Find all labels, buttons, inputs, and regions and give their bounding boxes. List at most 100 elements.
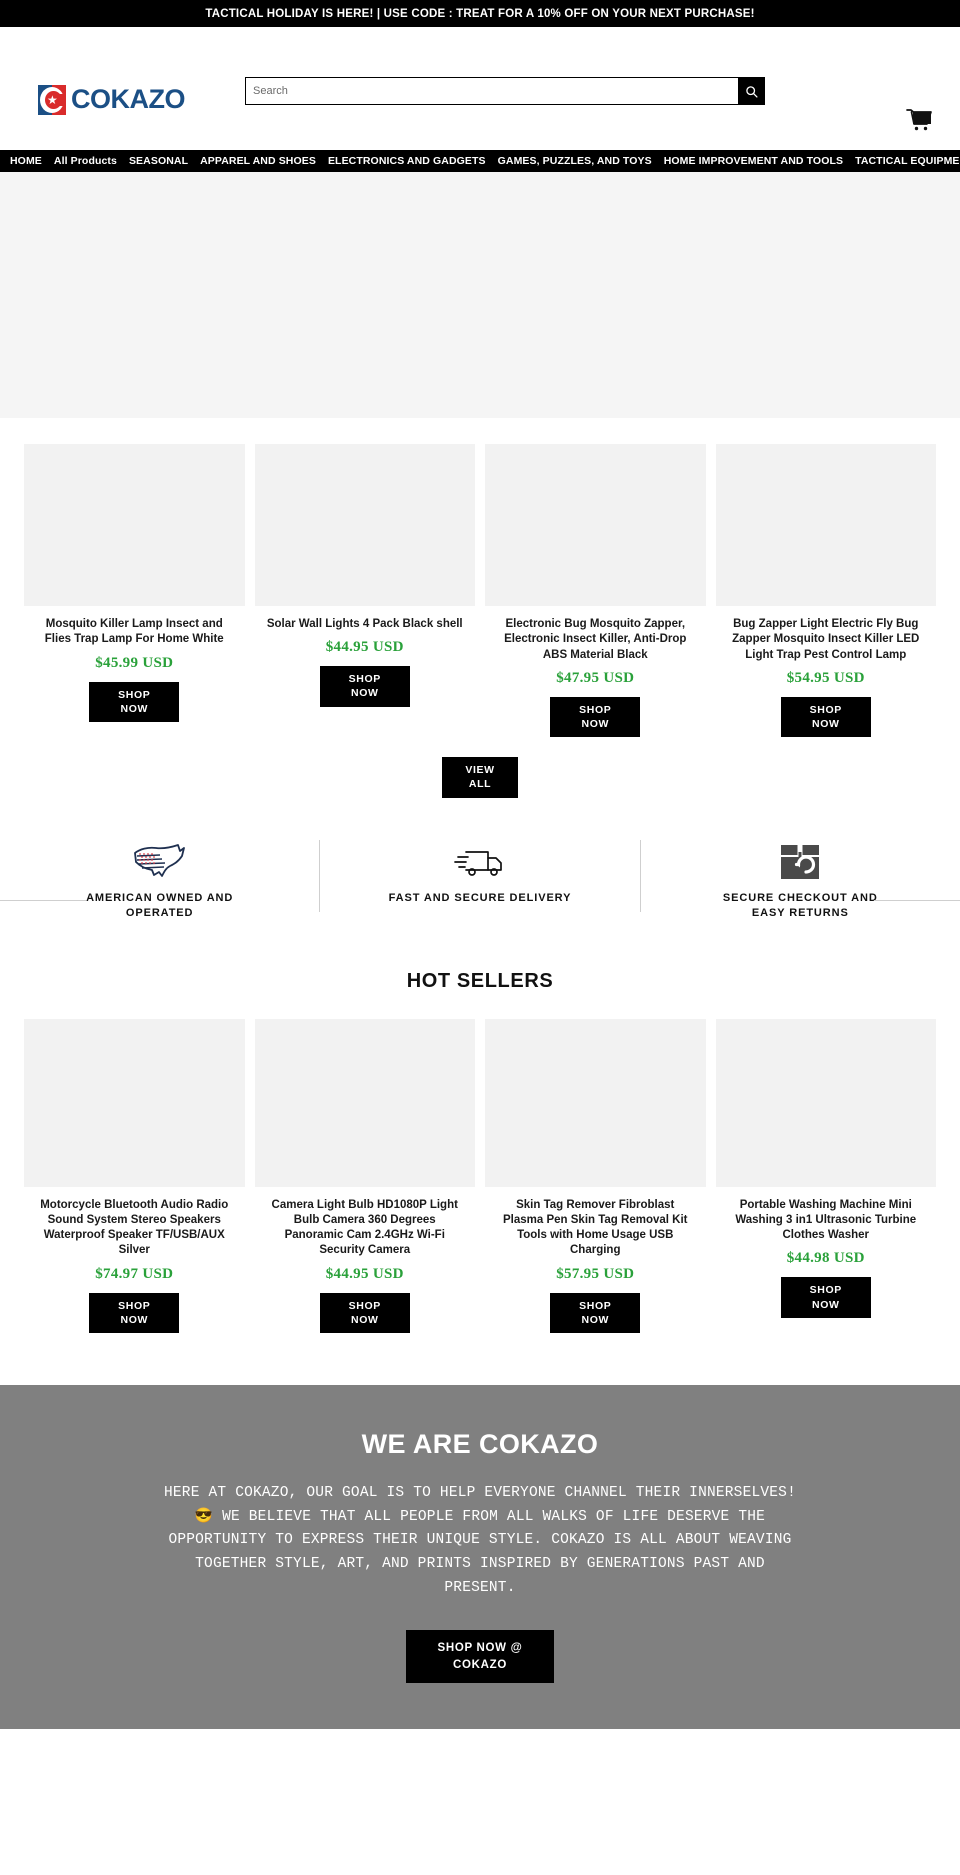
product-image[interactable] — [24, 444, 245, 606]
shop-now-button[interactable]: SHOP NOW — [319, 666, 410, 707]
product-card[interactable]: Mosquito Killer Lamp Insect and Flies Tr… — [24, 444, 245, 722]
shop-now-label-line2: NOW — [812, 718, 840, 731]
value-prop-label: SECURE CHECKOUT AND EASY RETURNS — [722, 891, 878, 920]
product-card[interactable]: Electronic Bug Mosquito Zapper, Electron… — [485, 444, 706, 738]
announcement-text: TACTICAL HOLIDAY IS HERE! | USE CODE : T… — [205, 7, 755, 20]
shop-now-button[interactable]: SHOP NOW — [780, 696, 871, 738]
product-title: Portable Washing Machine Mini Washing 3 … — [735, 1198, 917, 1242]
shop-now-label-line1: SHOP — [579, 703, 612, 716]
shop-now-label-line2: NOW — [812, 1298, 840, 1311]
product-price: $54.95 USD — [786, 669, 865, 686]
product-price: $44.98 USD — [786, 1250, 865, 1267]
nav-item-home-improvement-and-tools[interactable]: HOME IMPROVEMENT AND TOOLS — [658, 150, 849, 172]
featured-products-grid: Mosquito Killer Lamp Insect and Flies Tr… — [0, 444, 960, 738]
value-prop-secure-checkout: SECURE CHECKOUT AND EASY RETURNS — [641, 836, 960, 932]
product-image[interactable] — [485, 1018, 706, 1187]
shop-now-label-line2: NOW — [120, 702, 148, 715]
product-card[interactable]: Solar Wall Lights 4 Pack Black shell $44… — [254, 444, 475, 707]
product-title: Skin Tag Remover Fibroblast Plasma Pen S… — [503, 1198, 688, 1257]
search-bar[interactable] — [245, 77, 765, 105]
about-cta-line2: COKAZO — [452, 1658, 508, 1671]
product-image[interactable] — [254, 444, 475, 606]
nav-item-games-puzzles-and-toys[interactable]: GAMES, PUZZLES, AND TOYS — [492, 150, 658, 172]
product-price: $44.95 USD — [325, 639, 404, 656]
shop-now-button[interactable]: SHOP NOW — [550, 1292, 641, 1333]
product-title: Motorcycle Bluetooth Audio Radio Sound S… — [40, 1198, 229, 1257]
value-prop-label: AMERICAN OWNED AND OPERATED — [86, 891, 234, 920]
view-all-label-line2: ALL — [468, 778, 492, 791]
product-image[interactable] — [715, 444, 936, 606]
view-all-label-line1: VIEW — [465, 764, 495, 777]
site-header: ★ COKAZO — [0, 27, 960, 150]
product-title: Mosquito Killer Lamp Insect and Flies Tr… — [44, 618, 224, 646]
product-price: $47.95 USD — [556, 669, 635, 686]
cart-button[interactable] — [904, 107, 934, 133]
shop-now-button[interactable]: SHOP NOW — [780, 1277, 871, 1318]
value-prop-fast-delivery: FAST AND SECURE DELIVERY — [320, 836, 639, 932]
search-icon — [746, 85, 758, 98]
shop-now-button[interactable]: SHOP NOW — [550, 696, 641, 738]
about-section: WE ARE COKAZO HERE AT COKAZO, OUR GOAL I… — [0, 1385, 960, 1730]
shop-now-button[interactable]: SHOP NOW — [89, 1292, 180, 1333]
shop-now-label-line1: SHOP — [118, 688, 151, 701]
shopping-cart-icon — [906, 109, 932, 131]
about-cta-line1: SHOP NOW @ — [437, 1642, 523, 1655]
shop-now-label-line2: NOW — [581, 1313, 609, 1326]
shop-now-label-line2: NOW — [120, 1313, 148, 1326]
hot-sellers-title: HOT SELLERS — [406, 969, 554, 992]
product-image[interactable] — [485, 444, 706, 606]
view-all-row: VIEW ALL — [0, 757, 960, 798]
shop-now-label-line2: NOW — [351, 687, 379, 700]
usa-map-icon — [132, 840, 188, 884]
site-logo[interactable]: ★ COKAZO — [38, 84, 186, 115]
search-submit-button[interactable] — [738, 77, 765, 105]
product-price: $57.95 USD — [556, 1265, 635, 1282]
logo-wordmark: COKAZO — [71, 84, 186, 114]
product-card[interactable]: Portable Washing Machine Mini Washing 3 … — [715, 1018, 936, 1318]
product-title: Camera Light Bulb HD1080P Light Bulb Cam… — [271, 1198, 458, 1257]
shop-now-label-line2: NOW — [351, 1313, 379, 1326]
search-input[interactable] — [245, 77, 738, 105]
announcement-bar: TACTICAL HOLIDAY IS HERE! | USE CODE : T… — [0, 0, 960, 27]
shop-now-label-line2: NOW — [581, 718, 609, 731]
hero-banner[interactable] — [0, 172, 960, 418]
return-box-icon — [776, 840, 824, 884]
product-image[interactable] — [24, 1018, 245, 1187]
value-prop-label: FAST AND SECURE DELIVERY — [388, 891, 572, 904]
delivery-truck-icon — [452, 840, 508, 884]
flag-star-icon: ★ — [38, 84, 66, 115]
product-title: Electronic Bug Mosquito Zapper, Electron… — [504, 618, 687, 661]
nav-item-tactical-equipment[interactable]: TACTICAL EQUIPMENT — [849, 150, 960, 172]
shop-now-label-line1: SHOP — [579, 1299, 612, 1312]
nav-item-seasonal[interactable]: SEASONAL — [123, 150, 194, 172]
value-prop-american-owned: AMERICAN OWNED AND OPERATED — [0, 836, 319, 932]
product-card[interactable]: Motorcycle Bluetooth Audio Radio Sound S… — [24, 1018, 245, 1333]
shop-now-button[interactable]: SHOP NOW — [89, 681, 180, 722]
product-price: $44.95 USD — [325, 1265, 404, 1282]
product-card[interactable]: Skin Tag Remover Fibroblast Plasma Pen S… — [485, 1018, 706, 1333]
product-price: $74.97 USD — [95, 1265, 174, 1282]
shop-now-label-line1: SHOP — [809, 1284, 842, 1297]
nav-item-apparel-and-shoes[interactable]: APPAREL AND SHOES — [194, 150, 322, 172]
shop-now-label-line1: SHOP — [348, 1299, 381, 1312]
about-heading: WE ARE COKAZO — [361, 1429, 599, 1459]
shop-now-label-line1: SHOP — [348, 673, 381, 686]
product-card[interactable]: Bug Zapper Light Electric Fly Bug Zapper… — [715, 444, 936, 738]
product-image[interactable] — [715, 1018, 936, 1187]
value-props: AMERICAN OWNED AND OPERATED FAST AND SEC… — [0, 836, 960, 932]
hot-sellers-grid: Motorcycle Bluetooth Audio Radio Sound S… — [0, 1018, 960, 1333]
about-body: HERE AT COKAZO, OUR GOAL IS TO HELP EVER… — [163, 1485, 796, 1596]
nav-item-all-products[interactable]: All Products — [48, 150, 123, 172]
shop-now-button[interactable]: SHOP NOW — [319, 1292, 410, 1333]
shop-now-label-line1: SHOP — [118, 1299, 151, 1312]
product-price: $45.99 USD — [95, 654, 174, 671]
view-all-button[interactable]: VIEW ALL — [442, 757, 518, 798]
product-image[interactable] — [254, 1018, 475, 1187]
nav-item-electronics-and-gadgets[interactable]: ELECTRONICS AND GADGETS — [322, 150, 492, 172]
product-title: Bug Zapper Light Electric Fly Bug Zapper… — [732, 618, 920, 661]
product-card[interactable]: Camera Light Bulb HD1080P Light Bulb Cam… — [254, 1018, 475, 1333]
product-title: Solar Wall Lights 4 Pack Black shell — [266, 618, 463, 630]
about-shop-now-button[interactable]: SHOP NOW @ COKAZO — [406, 1630, 554, 1684]
nav-item-home[interactable]: HOME — [4, 150, 48, 172]
main-navigation: HOME All Products SEASONAL APPAREL AND S… — [0, 150, 960, 172]
